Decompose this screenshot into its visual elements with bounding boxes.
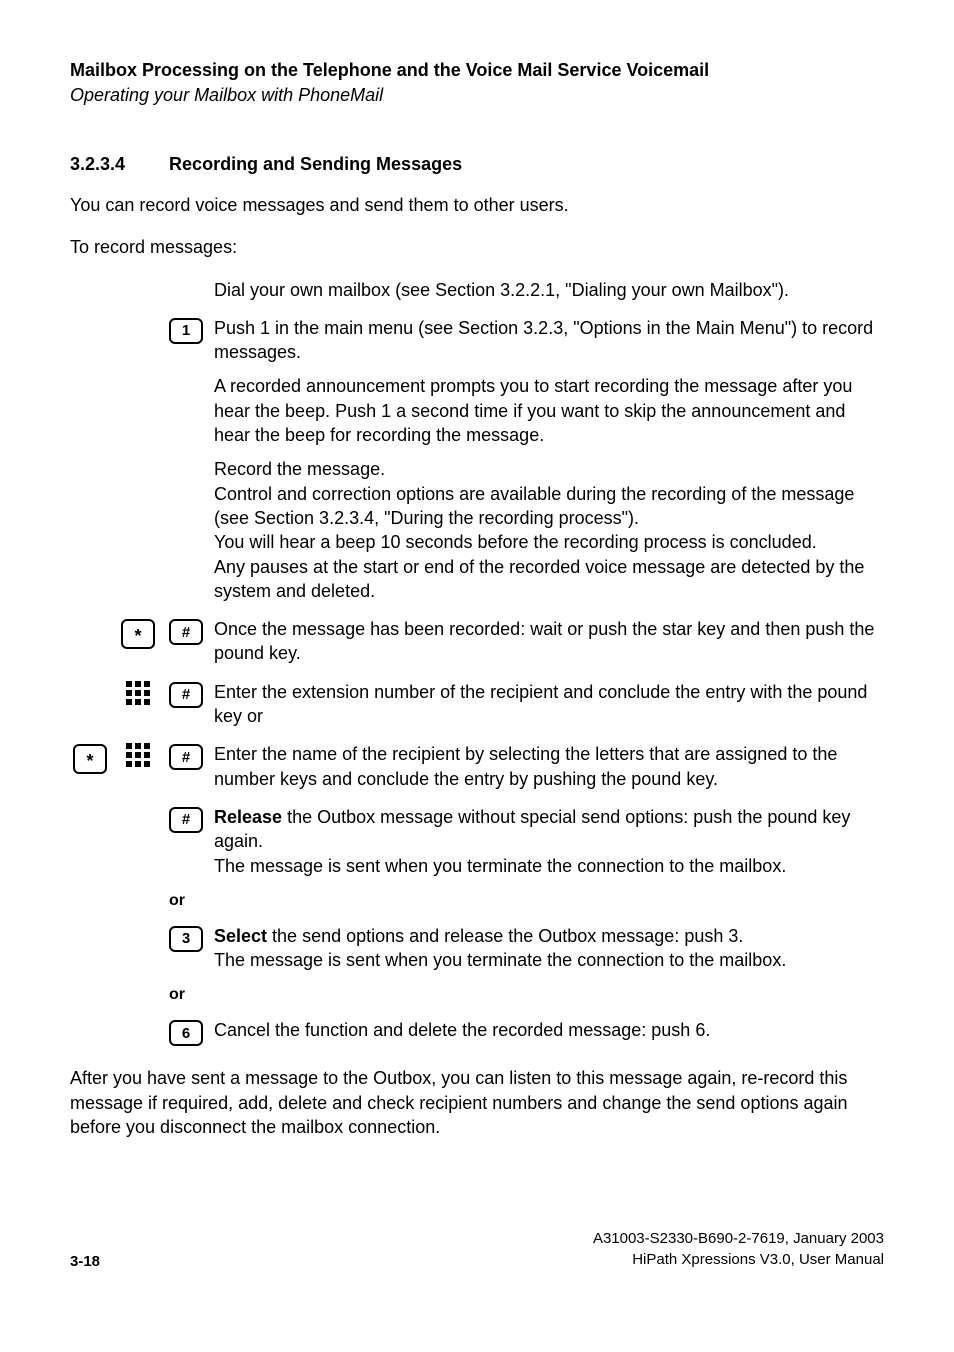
- or-label: or: [166, 986, 206, 1004]
- section-title: Recording and Sending Messages: [169, 154, 462, 175]
- key-hash-icon: #: [169, 744, 203, 770]
- step-text: Once the message has been recorded: wait…: [214, 617, 884, 666]
- section-heading: 3.2.3.4 Recording and Sending Messages: [70, 154, 884, 175]
- step-text: Cancel the function and delete the recor…: [214, 1018, 884, 1042]
- step-extension-number: # Enter the extension number of the reci…: [70, 680, 884, 729]
- section-number: 3.2.3.4: [70, 154, 125, 175]
- key-hash-icon: #: [169, 682, 203, 708]
- key-3-icon: 3: [169, 926, 203, 952]
- step-dial-mailbox: Dial your own mailbox (see Section 3.2.2…: [70, 278, 884, 302]
- step-text: Select the send options and release the …: [214, 924, 884, 973]
- key-star-icon: *: [121, 619, 155, 649]
- key-6-icon: 6: [169, 1020, 203, 1046]
- footer-doc-id: A31003-S2330-B690-2-7619, January 2003: [593, 1229, 884, 1249]
- step-text: Enter the name of the recipient by selec…: [214, 742, 884, 791]
- or-separator: or: [70, 986, 884, 1004]
- step-text: Enter the extension number of the recipi…: [214, 680, 884, 729]
- key-hash-icon: #: [169, 619, 203, 645]
- step-text: Push 1 in the main menu (see Section 3.2…: [214, 316, 884, 603]
- intro-paragraph-2: To record messages:: [70, 235, 884, 259]
- step-star-hash: * # Once the message has been recorded: …: [70, 617, 884, 666]
- step-cancel: 6 Cancel the function and delete the rec…: [70, 1018, 884, 1046]
- or-label: or: [166, 892, 206, 910]
- closing-paragraph: After you have sent a message to the Out…: [70, 1066, 884, 1139]
- step-text: Dial your own mailbox (see Section 3.2.2…: [214, 278, 884, 302]
- keypad-icon: [118, 742, 158, 768]
- intro-paragraph-1: You can record voice messages and send t…: [70, 193, 884, 217]
- key-star-icon: *: [73, 744, 107, 774]
- page-footer: 3-18 A31003-S2330-B690-2-7619, January 2…: [70, 1229, 884, 1270]
- step-recipient-name: * # Enter the name of the recipient by s…: [70, 742, 884, 791]
- running-header-title: Mailbox Processing on the Telephone and …: [70, 60, 884, 81]
- footer-product: HiPath Xpressions V3.0, User Manual: [593, 1250, 884, 1270]
- key-hash-icon: #: [169, 807, 203, 833]
- step-text: Release the Outbox message without speci…: [214, 805, 884, 878]
- step-select: 3 Select the send options and release th…: [70, 924, 884, 973]
- key-1-icon: 1: [169, 318, 203, 344]
- or-separator: or: [70, 892, 884, 910]
- page: Mailbox Processing on the Telephone and …: [0, 0, 954, 1320]
- keypad-icon: [118, 680, 158, 706]
- page-number: 3-18: [70, 1253, 100, 1270]
- step-release: # Release the Outbox message without spe…: [70, 805, 884, 878]
- step-push-1: 1 Push 1 in the main menu (see Section 3…: [70, 316, 884, 603]
- running-header-sub: Operating your Mailbox with PhoneMail: [70, 85, 884, 106]
